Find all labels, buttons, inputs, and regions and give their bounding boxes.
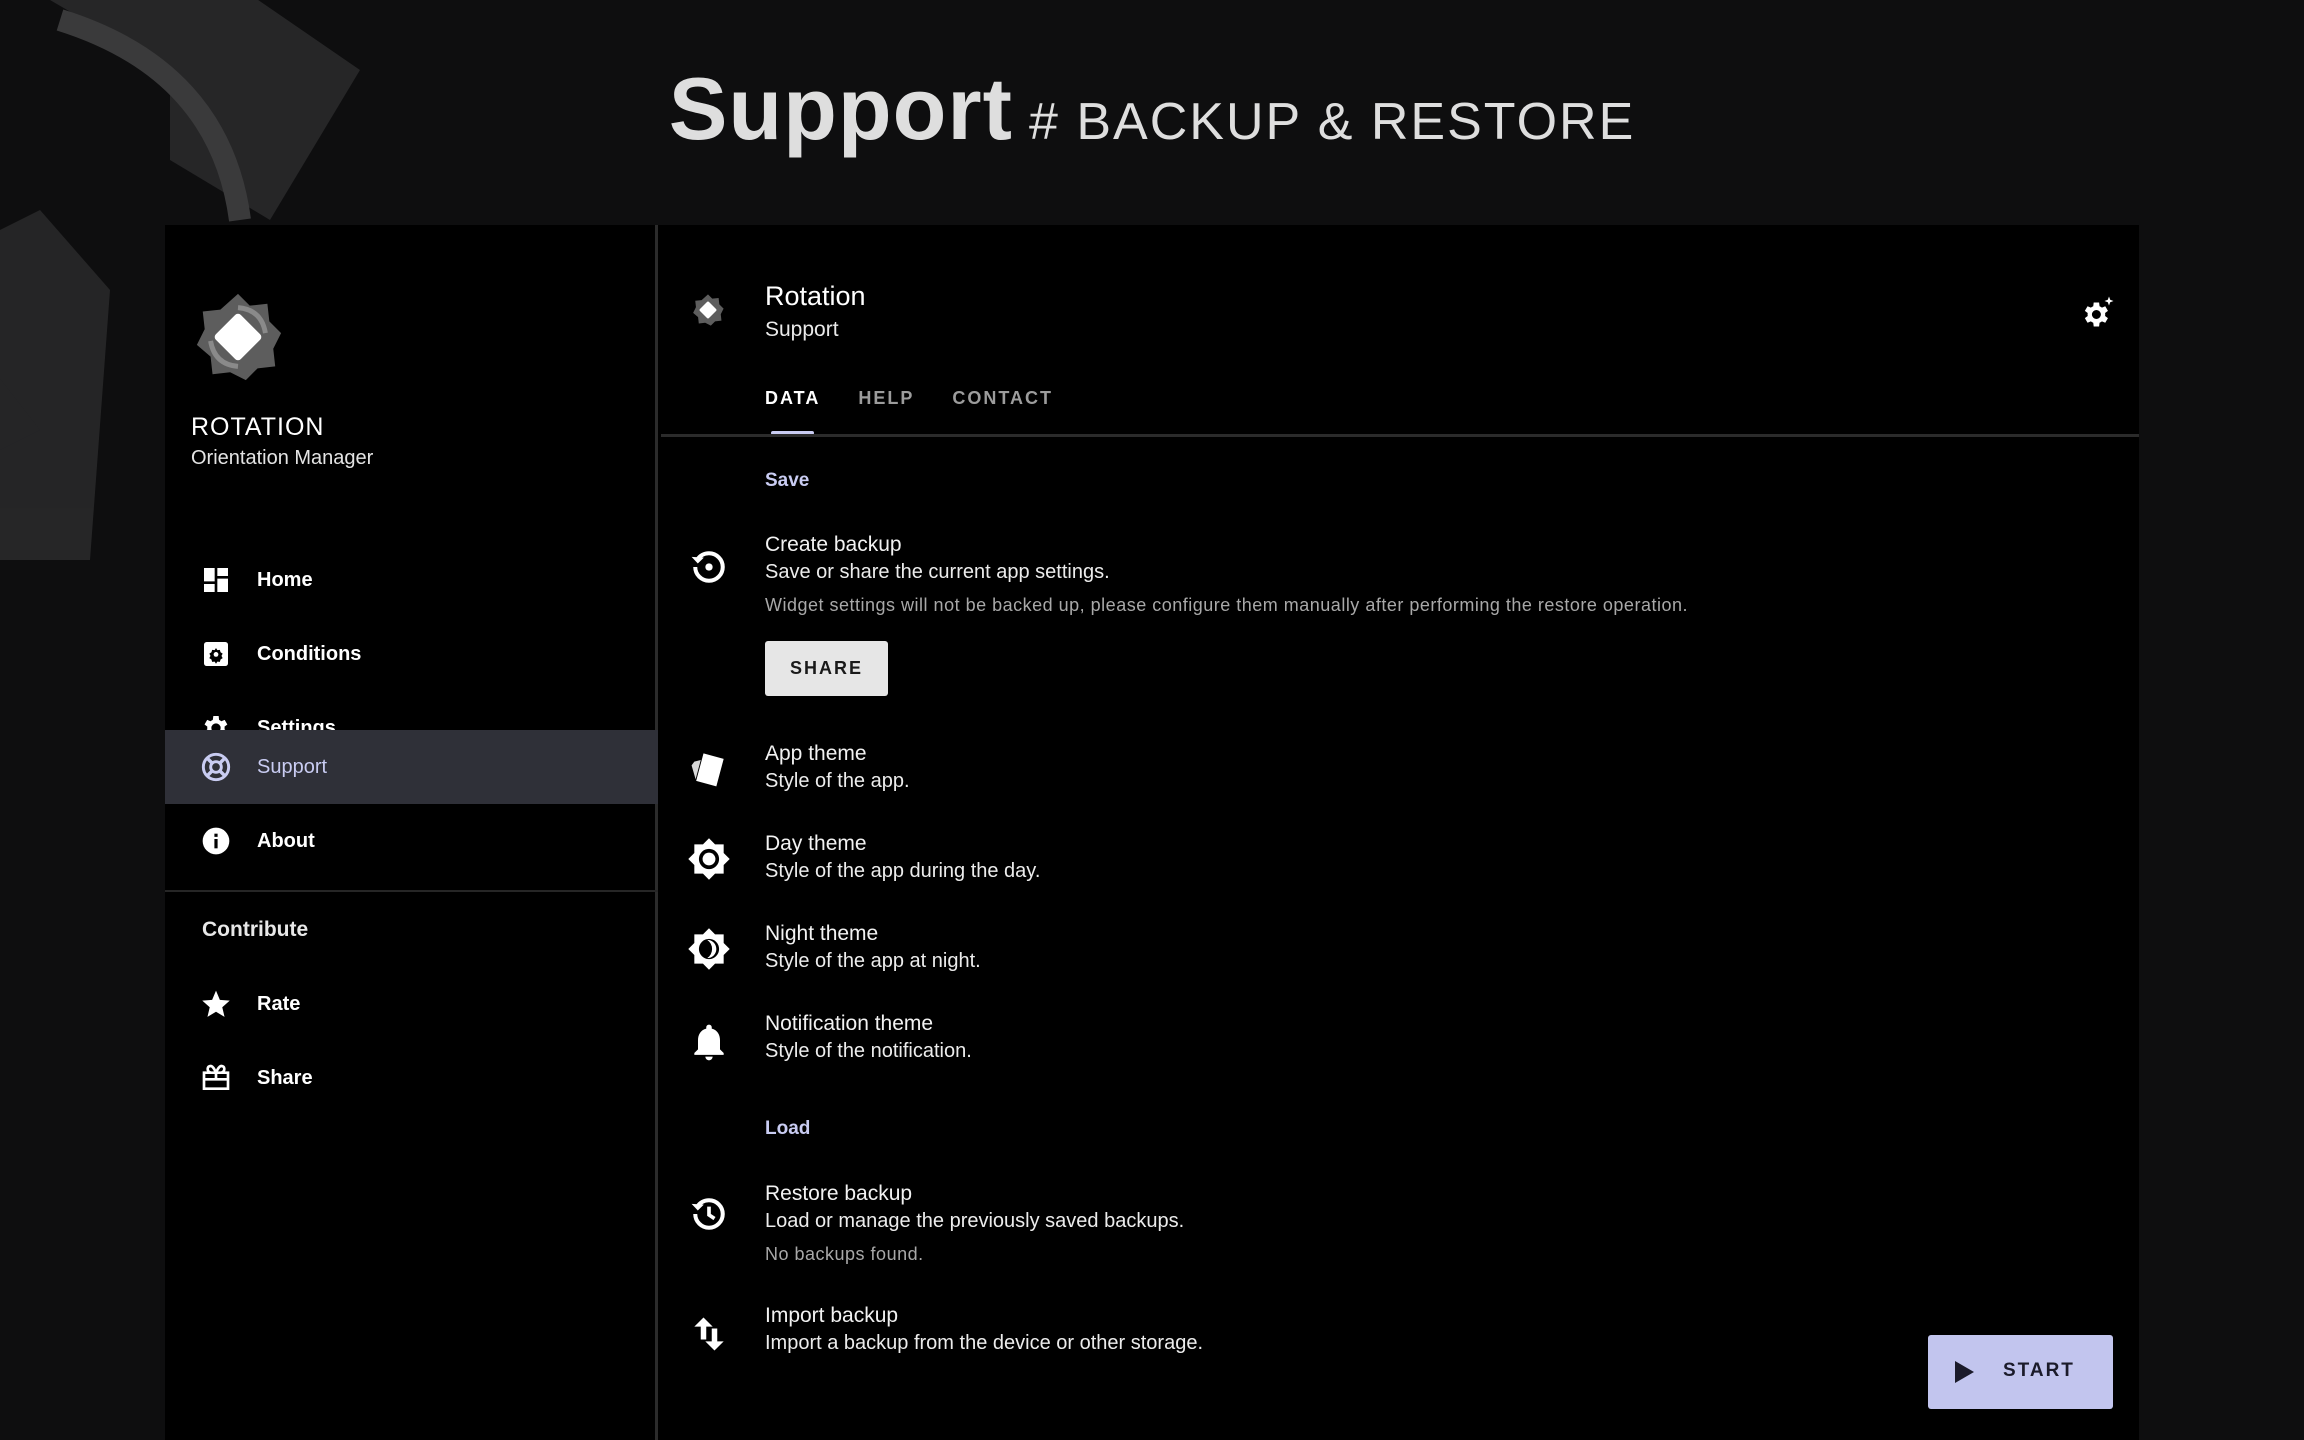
- history-icon: [691, 1198, 725, 1230]
- header-subtitle: Support: [765, 318, 839, 341]
- theme-cards-icon: [691, 753, 724, 787]
- app-theme-item[interactable]: App theme Style of the app.: [661, 742, 2139, 802]
- app-theme-desc: Style of the app.: [765, 770, 910, 792]
- start-fab-button[interactable]: START: [1928, 1335, 2113, 1409]
- nav-item-support[interactable]: Support: [165, 730, 658, 804]
- tab-contact[interactable]: CONTACT: [952, 388, 1053, 435]
- lifebuoy-icon: [201, 752, 231, 782]
- app-tagline: Orientation Manager: [191, 447, 374, 469]
- notification-theme-title: Notification theme: [765, 1012, 934, 1035]
- tab-bar: DATA HELP CONTACT: [765, 388, 1091, 435]
- import-backup-title: Import backup: [765, 1304, 899, 1327]
- create-backup-desc: Save or share the current app settings.: [765, 561, 1110, 583]
- tab-data[interactable]: DATA: [765, 388, 820, 435]
- import-backup-desc: Import a backup from the device or other…: [765, 1332, 1203, 1354]
- backup-restore-icon: [691, 551, 725, 583]
- tab-help[interactable]: HELP: [858, 388, 914, 435]
- create-backup-note: Widget settings will not be backed up, p…: [765, 595, 1688, 615]
- save-category-label: Save: [765, 470, 810, 491]
- app-name: ROTATION: [191, 413, 325, 441]
- page-heading-title: Support: [668, 59, 1013, 158]
- app-window: ROTATION Orientation Manager Home Condit…: [165, 225, 2139, 1440]
- notification-theme-item[interactable]: Notification theme Style of the notifica…: [661, 1012, 2139, 1072]
- import-export-arrows-icon: [694, 1317, 724, 1351]
- nav-item-rate[interactable]: Rate: [165, 967, 658, 1041]
- nav-item-conditions[interactable]: Conditions: [165, 617, 658, 691]
- night-theme-item[interactable]: Night theme Style of the app at night.: [661, 922, 2139, 982]
- restore-backup-desc: Load or manage the previously saved back…: [765, 1210, 1185, 1232]
- brightness-icon: [688, 838, 730, 880]
- nav-item-label: About: [257, 829, 315, 852]
- page-heading-subtitle: # BACKUP & RESTORE: [1028, 93, 1636, 151]
- star-icon: [202, 990, 230, 1017]
- gift-icon: [202, 1064, 230, 1090]
- create-backup-title: Create backup: [765, 533, 902, 556]
- restore-backup-title: Restore backup: [765, 1182, 913, 1205]
- info-icon: [202, 827, 230, 855]
- share-button[interactable]: SHARE: [765, 641, 888, 696]
- day-theme-title: Day theme: [765, 832, 867, 855]
- nav-item-home[interactable]: Home: [165, 543, 658, 617]
- dashboard-icon: [204, 568, 228, 592]
- restore-backup-note: No backups found.: [765, 1244, 924, 1264]
- notification-theme-desc: Style of the notification.: [765, 1040, 972, 1062]
- nav-item-label: Home: [257, 568, 313, 591]
- contribute-section-label: Contribute: [202, 918, 309, 941]
- nav-item-label: Rate: [257, 992, 301, 1015]
- nav-item-label: Support: [257, 755, 328, 778]
- day-theme-desc: Style of the app during the day.: [765, 860, 1041, 882]
- tabs-divider: [661, 434, 2139, 437]
- night-theme-desc: Style of the app at night.: [765, 950, 981, 972]
- night-brightness-icon: [688, 928, 730, 970]
- start-fab-label: START: [2003, 1360, 2075, 1381]
- page-heading: Support # BACKUP & RESTORE: [0, 58, 2304, 160]
- load-category-label: Load: [765, 1118, 811, 1139]
- play-icon: [1955, 1361, 1974, 1383]
- night-theme-title: Night theme: [765, 922, 879, 945]
- sidebar-divider: [165, 890, 658, 892]
- nav-item-label: Share: [257, 1066, 313, 1089]
- app-theme-title: App theme: [765, 742, 867, 765]
- day-theme-item[interactable]: Day theme Style of the app during the da…: [661, 832, 2139, 892]
- settings-sparkle-icon[interactable]: [2079, 295, 2115, 331]
- app-logo-icon: [693, 294, 724, 326]
- navigation-drawer: ROTATION Orientation Manager Home Condit…: [165, 225, 658, 1440]
- conditions-icon: [204, 642, 228, 666]
- import-backup-item[interactable]: Import backup Import a backup from the d…: [661, 1304, 2139, 1364]
- nav-item-about[interactable]: About: [165, 804, 658, 878]
- nav-item-label: Conditions: [257, 642, 362, 665]
- bell-icon: [694, 1024, 724, 1061]
- main-panel: Rotation Support DATA HELP CONTACT Save …: [661, 225, 2139, 1440]
- nav-item-share[interactable]: Share: [165, 1041, 658, 1115]
- header-title: Rotation: [765, 281, 866, 311]
- app-logo-icon: [196, 293, 282, 381]
- restore-backup-item[interactable]: Restore backup Load or manage the previo…: [661, 1182, 2139, 1282]
